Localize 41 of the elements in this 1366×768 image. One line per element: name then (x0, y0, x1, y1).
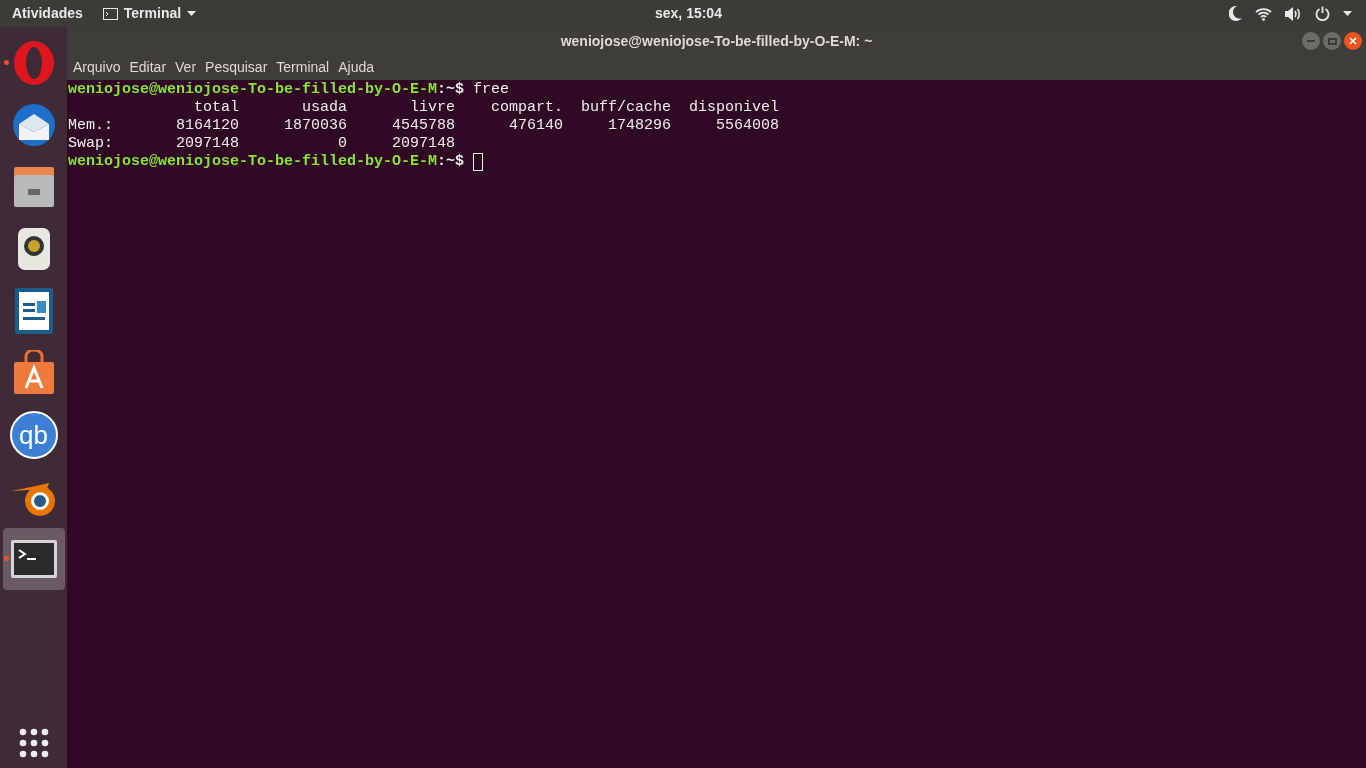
close-button[interactable] (1344, 32, 1362, 50)
menu-item[interactable]: Ajuda (338, 57, 375, 78)
prompt-path: :~$ (437, 153, 465, 171)
window-title: weniojose@weniojose-To-be-filled-by-O-E-M: ~ (560, 31, 873, 51)
minimize-icon (1307, 40, 1315, 42)
menu-item[interactable]: Ver (175, 57, 197, 78)
bird-mail-icon (10, 102, 57, 148)
terminal-icon (10, 540, 57, 578)
app-menu[interactable]: Terminal (94, 3, 205, 24)
clock[interactable]: sex, 15:04 (655, 3, 722, 24)
dock-item[interactable] (2, 528, 65, 590)
command-text: free (472, 81, 510, 99)
menu-item[interactable]: Terminal (276, 57, 330, 78)
wifi-icon[interactable] (1255, 6, 1272, 21)
prompt-user-host: weniojose@weniojose-To-be-filled-by-O-E-M (68, 81, 438, 99)
prompt-user-host: weniojose@weniojose-To-be-filled-by-O-E-M (68, 153, 438, 171)
caret-icon[interactable] (1343, 11, 1352, 16)
document-icon (13, 287, 54, 335)
moon-icon[interactable] (1229, 6, 1242, 21)
output-line: Mem.: 8164120 1870036 4545788 476140 1748296 5564008 (68, 117, 780, 135)
running-indicator-icon (3, 556, 9, 561)
maximize-icon (1327, 37, 1337, 45)
output-line: Swap: 2097148 0 2097148 (68, 135, 456, 153)
output-line: total usada livre compart. buff/cache disponivel (193, 99, 780, 117)
activities-button[interactable]: Atividades (0, 3, 95, 24)
opera-logo-icon (11, 39, 56, 87)
file-cabinet-icon (11, 165, 56, 209)
running-indicator-icon (3, 60, 9, 65)
shopping-bag-icon (11, 350, 56, 396)
close-icon (1349, 37, 1357, 45)
app-grid-icon[interactable] (18, 728, 49, 758)
terminal-icon (102, 7, 118, 20)
power-icon[interactable] (1315, 6, 1330, 21)
qb-logo-icon: qb (9, 411, 58, 459)
prompt-path: :~$ (437, 81, 465, 99)
volume-icon[interactable] (1285, 6, 1302, 21)
dock-item[interactable]: qb (2, 404, 65, 466)
caret-icon (187, 11, 197, 16)
menu-item[interactable]: Editar (129, 57, 167, 78)
menu-item[interactable]: Pesquisar (205, 57, 268, 78)
menu-item[interactable]: Arquivo (73, 57, 121, 78)
